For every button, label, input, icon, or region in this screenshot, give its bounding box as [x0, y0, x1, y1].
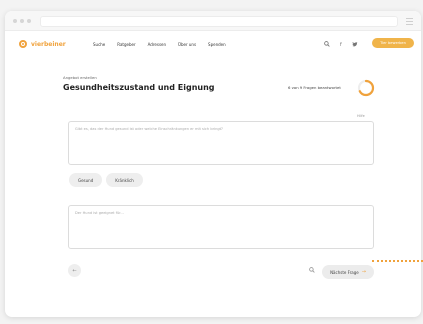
- minimize-dot[interactable]: [20, 19, 24, 23]
- window-controls[interactable]: [13, 19, 31, 23]
- progress-text: 6 von 9 Fragen beantwortet: [288, 85, 341, 90]
- chip-kraenklich[interactable]: Kränklich: [106, 173, 143, 187]
- next-question-label: Nächste Frage: [330, 269, 359, 275]
- maximize-dot[interactable]: [27, 19, 31, 23]
- arrow-right-icon: →: [361, 269, 366, 275]
- site-navbar: vierbeiner Suche Ratgeber Adressen Über …: [5, 37, 421, 57]
- suitability-textarea[interactable]: Der Hund ist geeignet für...: [68, 205, 374, 249]
- breadcrumb: Angebot erstellen: [63, 75, 97, 80]
- facebook-icon[interactable]: f: [340, 42, 342, 48]
- browser-titlebar: [5, 11, 421, 31]
- nav-links: Suche Ratgeber Adressen Über uns Spenden: [93, 42, 226, 47]
- address-bar[interactable]: [40, 16, 398, 27]
- logo-icon[interactable]: [19, 40, 27, 48]
- progress-ring: [357, 79, 375, 97]
- logo-text[interactable]: vierbeiner: [31, 41, 66, 48]
- search-icon[interactable]: [324, 41, 330, 49]
- dotted-connector: [372, 260, 423, 262]
- answer-chips: Gesund Kränklich: [69, 173, 143, 187]
- search-icon[interactable]: [309, 267, 315, 275]
- cta-button[interactable]: Tier bewerben: [372, 38, 414, 48]
- social-icons: f: [324, 41, 358, 49]
- arrow-left-icon: ←: [72, 267, 77, 274]
- health-textarea[interactable]: Gibt es, das der Hund gesund ist oder we…: [68, 121, 374, 165]
- nav-link-adressen[interactable]: Adressen: [148, 42, 166, 47]
- twitter-icon[interactable]: [352, 41, 358, 49]
- back-button[interactable]: ←: [68, 264, 81, 277]
- nav-link-ratgeber[interactable]: Ratgeber: [117, 42, 135, 47]
- help-link[interactable]: Hilfe: [357, 114, 365, 118]
- chip-gesund[interactable]: Gesund: [69, 173, 103, 187]
- close-dot[interactable]: [13, 19, 17, 23]
- page-title: Gesundheitszustand und Eignung: [63, 83, 215, 92]
- next-question-button[interactable]: Nächste Frage →: [322, 265, 374, 279]
- nav-link-ueber-uns[interactable]: Über uns: [178, 42, 196, 47]
- menu-icon[interactable]: [406, 18, 413, 27]
- nav-link-spenden[interactable]: Spenden: [208, 42, 226, 47]
- browser-window: vierbeiner Suche Ratgeber Adressen Über …: [5, 11, 421, 317]
- nav-link-suche[interactable]: Suche: [93, 42, 105, 47]
